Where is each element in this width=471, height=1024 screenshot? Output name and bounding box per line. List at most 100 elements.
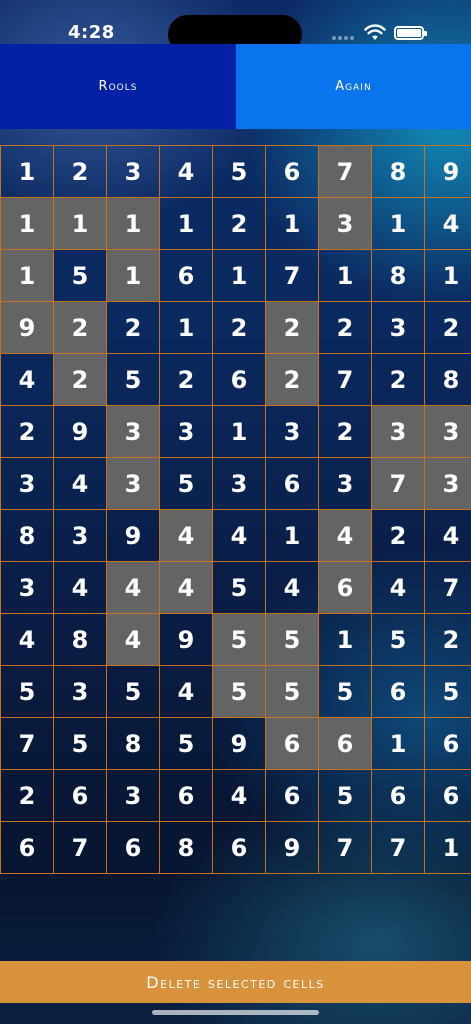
grid-cell[interactable]: 6: [106, 821, 160, 874]
grid-cell[interactable]: 1: [424, 821, 471, 874]
grid-cell[interactable]: 3: [53, 665, 107, 718]
grid-cell[interactable]: 2: [212, 197, 266, 250]
delete-selected-cells-button[interactable]: Delete selected cells: [0, 961, 471, 1003]
grid-cell-selected[interactable]: 2: [265, 301, 319, 354]
grid-cell[interactable]: 3: [318, 457, 372, 510]
grid-cell[interactable]: 3: [159, 405, 213, 458]
grid-cell[interactable]: 5: [106, 665, 160, 718]
grid-cell[interactable]: 4: [159, 145, 213, 198]
grid-cell-selected[interactable]: 3: [318, 197, 372, 250]
grid-cell[interactable]: 2: [371, 353, 425, 406]
grid-cell[interactable]: 1: [159, 197, 213, 250]
grid-cell-selected[interactable]: 4: [159, 561, 213, 614]
rules-button[interactable]: Rools: [0, 44, 236, 129]
grid-cell[interactable]: 6: [0, 821, 54, 874]
grid-cell-selected[interactable]: 1: [106, 197, 160, 250]
grid-cell-selected[interactable]: 6: [318, 717, 372, 770]
grid-cell-selected[interactable]: 4: [106, 561, 160, 614]
grid-cell[interactable]: 9: [159, 613, 213, 666]
grid-cell[interactable]: 3: [265, 405, 319, 458]
grid-cell[interactable]: 3: [212, 457, 266, 510]
grid-cell[interactable]: 3: [106, 769, 160, 822]
grid-cell[interactable]: 4: [159, 665, 213, 718]
grid-cell[interactable]: 7: [318, 821, 372, 874]
grid-cell[interactable]: 9: [212, 717, 266, 770]
grid-cell-selected[interactable]: 6: [318, 561, 372, 614]
grid-cell[interactable]: 5: [212, 561, 266, 614]
grid-cell[interactable]: 6: [53, 769, 107, 822]
grid-cell-selected[interactable]: 3: [106, 457, 160, 510]
grid-cell[interactable]: 6: [159, 769, 213, 822]
grid-cell[interactable]: 5: [212, 145, 266, 198]
grid-cell-selected[interactable]: 9: [0, 301, 54, 354]
grid-cell[interactable]: 1: [265, 509, 319, 562]
grid-cell-selected[interactable]: 7: [371, 457, 425, 510]
grid-cell[interactable]: 4: [371, 561, 425, 614]
grid-cell-selected[interactable]: 1: [106, 249, 160, 302]
grid-cell[interactable]: 1: [159, 301, 213, 354]
grid-cell[interactable]: 4: [0, 613, 54, 666]
grid-cell-selected[interactable]: 3: [371, 405, 425, 458]
grid-cell[interactable]: 2: [371, 509, 425, 562]
grid-cell[interactable]: 6: [265, 145, 319, 198]
grid-cell[interactable]: 9: [424, 145, 471, 198]
grid-cell[interactable]: 3: [106, 145, 160, 198]
grid-cell-selected[interactable]: 1: [0, 197, 54, 250]
grid-cell[interactable]: 4: [53, 457, 107, 510]
grid-cell[interactable]: 7: [0, 717, 54, 770]
grid-cell[interactable]: 5: [371, 613, 425, 666]
grid-cell[interactable]: 3: [371, 301, 425, 354]
grid-cell[interactable]: 2: [318, 405, 372, 458]
grid-cell[interactable]: 1: [424, 249, 471, 302]
grid-cell[interactable]: 1: [371, 717, 425, 770]
again-button[interactable]: Again: [236, 44, 471, 129]
grid-cell[interactable]: 2: [424, 301, 471, 354]
grid-cell[interactable]: 2: [424, 613, 471, 666]
grid-cell[interactable]: 4: [212, 769, 266, 822]
grid-cell[interactable]: 4: [53, 561, 107, 614]
grid-cell[interactable]: 5: [159, 457, 213, 510]
grid-cell[interactable]: 7: [265, 249, 319, 302]
grid-cell[interactable]: 5: [159, 717, 213, 770]
grid-cell[interactable]: 4: [0, 353, 54, 406]
grid-cell-selected[interactable]: 4: [159, 509, 213, 562]
grid-cell-selected[interactable]: 2: [265, 353, 319, 406]
grid-cell[interactable]: 8: [159, 821, 213, 874]
grid-cell[interactable]: 1: [318, 613, 372, 666]
grid-cell[interactable]: 5: [318, 769, 372, 822]
grid-cell[interactable]: 6: [159, 249, 213, 302]
grid-cell-selected[interactable]: 5: [265, 665, 319, 718]
grid-cell[interactable]: 2: [106, 301, 160, 354]
grid-cell[interactable]: 3: [53, 509, 107, 562]
grid-cell[interactable]: 2: [318, 301, 372, 354]
grid-cell[interactable]: 2: [53, 145, 107, 198]
grid-cell[interactable]: 1: [212, 405, 266, 458]
grid-cell[interactable]: 5: [106, 353, 160, 406]
grid-cell[interactable]: 8: [424, 353, 471, 406]
grid-cell-selected[interactable]: 3: [106, 405, 160, 458]
grid-cell-selected[interactable]: 3: [424, 405, 471, 458]
grid-cell[interactable]: 6: [371, 769, 425, 822]
grid-cell[interactable]: 6: [424, 717, 471, 770]
grid-cell[interactable]: 5: [53, 249, 107, 302]
grid-cell[interactable]: 8: [371, 249, 425, 302]
grid-cell[interactable]: 2: [212, 301, 266, 354]
grid-cell-selected[interactable]: 5: [212, 613, 266, 666]
grid-cell[interactable]: 5: [53, 717, 107, 770]
grid-cell[interactable]: 3: [0, 457, 54, 510]
grid-cell[interactable]: 9: [265, 821, 319, 874]
grid-cell-selected[interactable]: 5: [265, 613, 319, 666]
grid-cell-selected[interactable]: 4: [106, 613, 160, 666]
grid-cell[interactable]: 5: [0, 665, 54, 718]
grid-cell[interactable]: 6: [265, 457, 319, 510]
grid-cell[interactable]: 2: [0, 769, 54, 822]
grid-cell[interactable]: 4: [265, 561, 319, 614]
grid-cell[interactable]: 6: [265, 769, 319, 822]
grid-cell-selected[interactable]: 6: [265, 717, 319, 770]
grid-cell-selected[interactable]: 5: [212, 665, 266, 718]
grid-cell-selected[interactable]: 1: [53, 197, 107, 250]
grid-cell[interactable]: 9: [106, 509, 160, 562]
grid-cell[interactable]: 4: [424, 197, 471, 250]
grid-cell[interactable]: 8: [106, 717, 160, 770]
grid-cell[interactable]: 6: [371, 665, 425, 718]
